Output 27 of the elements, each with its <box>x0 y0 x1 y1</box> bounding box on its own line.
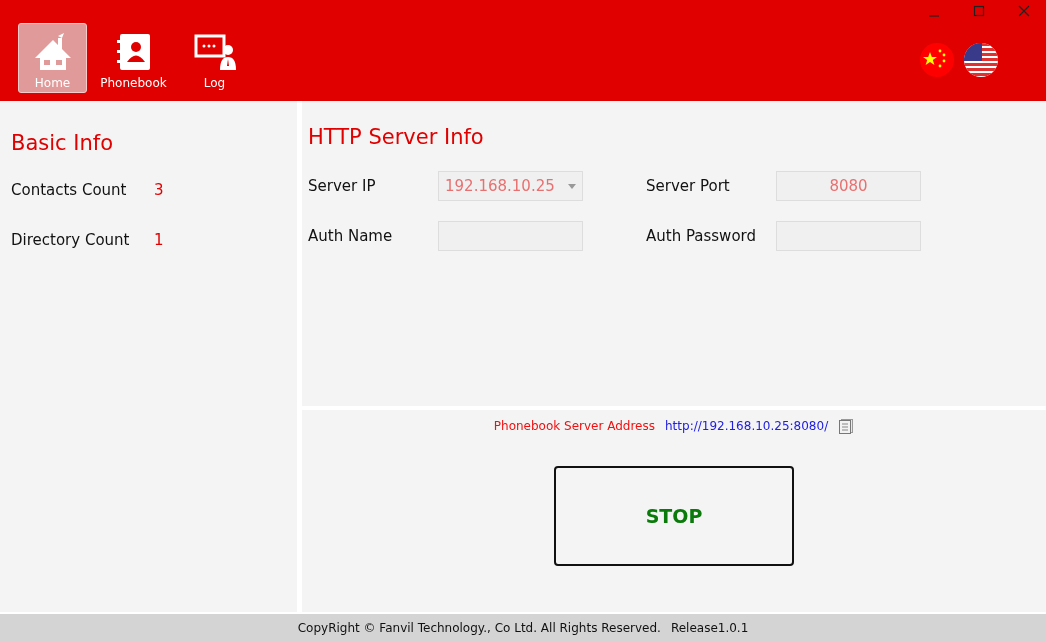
caret-icon <box>568 183 576 189</box>
stop-button[interactable]: STOP <box>554 466 794 566</box>
panel-title: Basic Info <box>11 131 115 155</box>
presenter-icon <box>192 32 237 72</box>
copyright-text: CopyRight © Fanvil Technology., Co Ltd. All Rights Reserved. <box>297 620 661 635</box>
dropdown-field[interactable]: 192.168.10.25 <box>438 171 583 201</box>
field-label: Auth Name <box>308 227 394 245</box>
address-label: Phonebook Server Address <box>493 419 655 433</box>
field-label: Server Port <box>646 177 731 195</box>
info-label: Contacts Count <box>11 181 128 201</box>
input-field[interactable]: 8080 <box>776 171 921 201</box>
china-flag-icon[interactable] <box>920 43 954 77</box>
server-address-link[interactable]: http://192.168.10.25:8080/ <box>665 419 829 433</box>
maximize-icon[interactable] <box>972 5 985 17</box>
nav-tab[interactable]: Phonebook <box>99 23 168 93</box>
panel-title: HTTP Server Info <box>308 125 485 149</box>
close-icon[interactable] <box>1017 5 1030 17</box>
info-label: Directory Count <box>11 231 131 251</box>
nav-tab[interactable]: Log <box>180 23 249 93</box>
field-label: Auth Password <box>646 227 757 245</box>
field-value: 192.168.10.25 <box>445 177 555 195</box>
us-flag-icon[interactable] <box>964 43 998 77</box>
info-value: 3 <box>154 181 164 201</box>
info-value: 1 <box>154 231 164 251</box>
copy-icon[interactable] <box>838 418 855 434</box>
field-label: Server IP <box>308 177 377 195</box>
release-version: Release1.0.1 <box>670 620 749 635</box>
